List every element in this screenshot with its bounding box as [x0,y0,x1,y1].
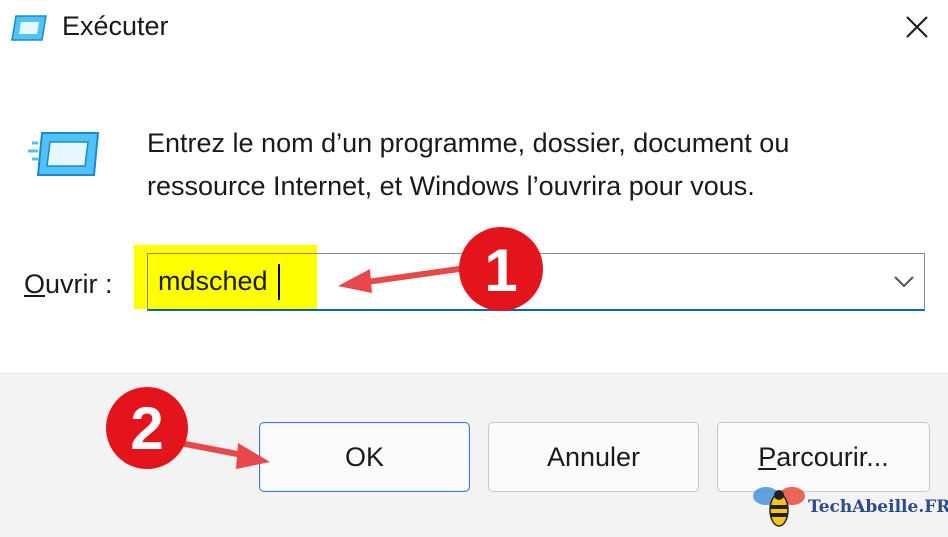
open-label-access-key: O [24,269,46,299]
text-caret [278,264,280,300]
watermark-brand: TechAbeille [808,497,919,517]
browse-button-label: arcourir... [776,441,889,472]
run-program-icon [28,132,100,176]
browse-button[interactable]: Parcourir... [717,422,930,492]
description-line-2: ressource Internet, et Windows l’ouvrira… [147,171,755,201]
description-line-1: Entrez le nom d’un programme, dossier, d… [147,128,790,158]
command-input-value[interactable]: mdsched [158,266,268,297]
browse-access-key: P [758,441,777,472]
dialog-body [0,58,948,373]
close-button[interactable] [892,6,940,50]
run-icon [11,15,47,41]
watermark-suffix: .FR [918,497,948,517]
ok-button-label: OK [344,441,384,472]
ok-button[interactable]: OK [259,422,470,492]
open-label: Ouvrir : [24,269,113,300]
bee-logo-icon [753,487,805,527]
dialog-description: Entrez le nom d’un programme, dossier, d… [147,122,789,208]
window-title: Exécuter [62,11,169,41]
watermark-text: TechAbeille.FR [808,497,948,517]
close-icon [906,16,928,38]
cancel-button[interactable]: Annuler [488,422,699,492]
title-bar: Exécuter [0,0,948,58]
open-label-text: uvrir : [45,269,113,299]
watermark: TechAbeille.FR [752,484,948,530]
chevron-down-icon[interactable] [893,273,915,289]
cancel-button-label: Annuler [546,441,641,472]
